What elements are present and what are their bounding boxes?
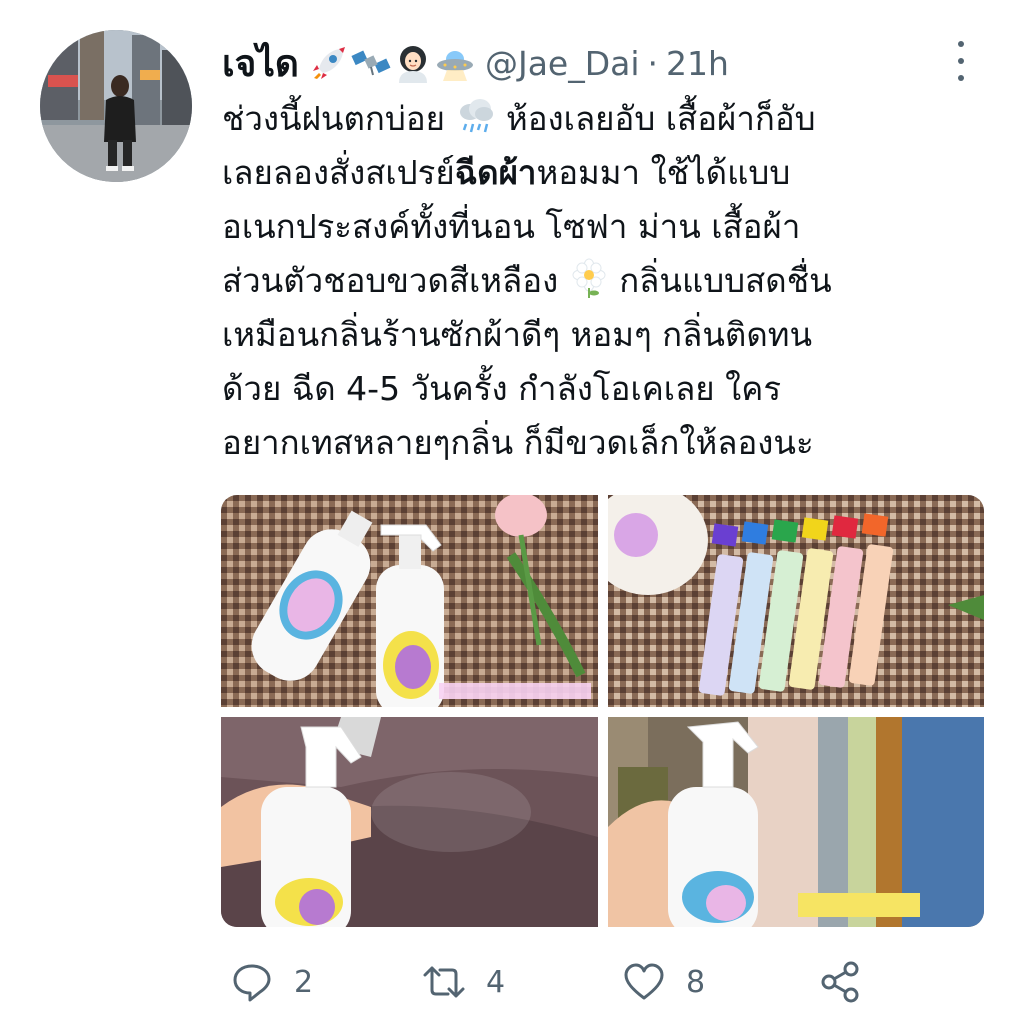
satellite-emoji	[351, 43, 391, 83]
tweet-timestamp[interactable]: 21h	[666, 44, 729, 83]
author-name[interactable]: เจได	[222, 34, 299, 93]
cloud-rain-emoji	[456, 96, 496, 136]
photo-two-spray-bottles[interactable]	[221, 495, 598, 707]
more-options-icon[interactable]	[948, 36, 974, 86]
heart-icon	[624, 963, 664, 1000]
tweet-header: เจได @Jae_Dai · 21h	[222, 38, 729, 88]
author-handle[interactable]: @Jae_Dai	[485, 44, 640, 83]
like-count: 8	[686, 964, 706, 1000]
tweet-line: เหมือนกลิ่นร้านซักผ้าดีๆ หอมๆ กลิ่นติดทน	[222, 315, 813, 354]
photo-grid	[221, 495, 984, 927]
reply-count: 2	[294, 964, 314, 1000]
like-button[interactable]: 8	[622, 955, 705, 1009]
reply-icon	[233, 964, 271, 1002]
tweet-line: ด้วย ฉีด 4-5 วันครั้ง กำลังโอเคเลย ใคร	[222, 369, 782, 408]
tweet-line: อยากเทสหลายๆกลิ่น ก็มีขวดเล็กให้ลองนะ	[222, 423, 814, 462]
share-icon	[821, 961, 859, 1003]
retweet-count: 4	[486, 964, 506, 1000]
tweet-text: ช่วงนี้ฝนตกบ่อย ห้องเลยอับ เสื้อผ้าก็อับ…	[222, 92, 1002, 470]
share-button[interactable]	[818, 955, 862, 1009]
tweet-line: อเนกประสงค์ทั้งที่นอน โซฟา ม่าน เสื้อผ้า	[222, 207, 801, 246]
bold-keyword: ฉีดผ้า	[454, 153, 537, 192]
tweet-actions: 2 4 8	[222, 955, 942, 1009]
photo-six-mini-sprays[interactable]	[608, 495, 984, 707]
retweet-button[interactable]: 4	[422, 955, 505, 1009]
photo-spraying-bed[interactable]	[221, 717, 598, 927]
ufo-emoji	[435, 43, 475, 83]
retweet-icon	[423, 966, 465, 998]
separator-dot: ·	[647, 43, 659, 83]
reply-button[interactable]: 2	[230, 955, 313, 1009]
tweet-line: ส่วนตัวชอบขวดสีเหลือง กลิ่นแบบสดชื่น	[222, 254, 1002, 308]
avatar[interactable]	[40, 30, 192, 182]
name-emojis	[309, 43, 475, 83]
photo-spraying-clothes[interactable]	[608, 717, 984, 927]
tweet-line: เลยลองสั่งสเปรย์ฉีดผ้าหอมมา ใช้ได้แบบ	[222, 153, 791, 192]
blossom-emoji	[569, 258, 609, 298]
tweet-line: ช่วงนี้ฝนตกบ่อย ห้องเลยอับ เสื้อผ้าก็อับ	[222, 92, 1002, 146]
woman-astronaut-emoji	[393, 43, 433, 83]
rocket-emoji	[309, 43, 349, 83]
